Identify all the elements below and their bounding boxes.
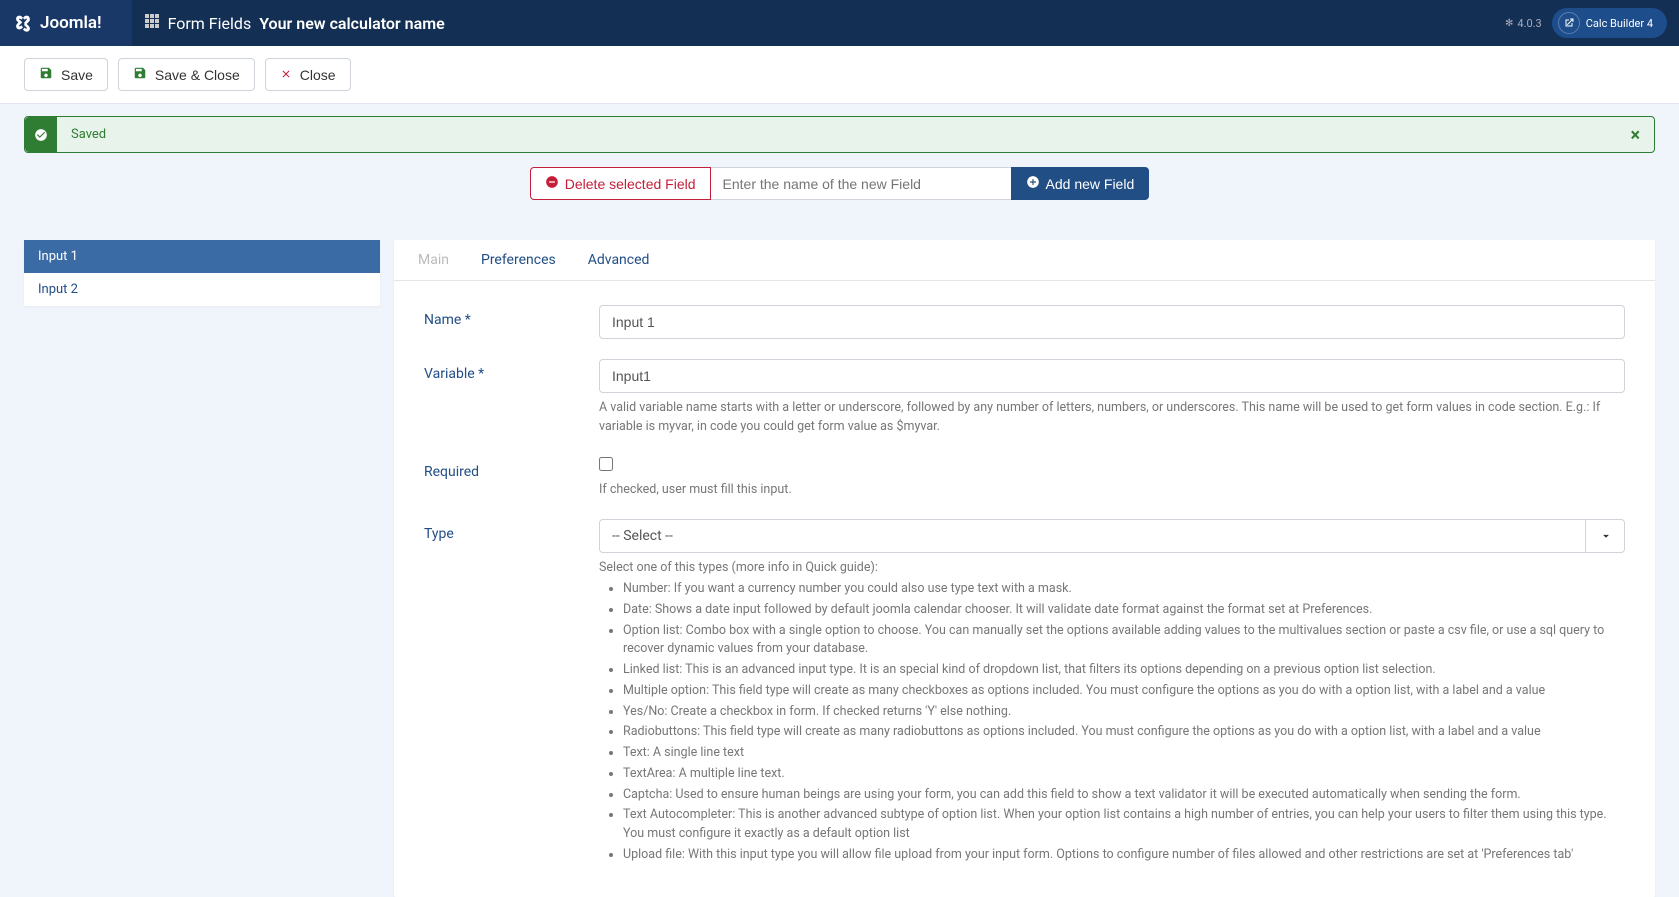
save-button[interactable]: Save xyxy=(24,58,108,91)
type-help-item: Captcha: Used to ensure human beings are… xyxy=(623,786,1625,805)
toolbar: Save Save & Close Close xyxy=(0,46,1679,104)
brand-section: Joomla! xyxy=(0,0,132,46)
joomla-icon xyxy=(12,12,34,34)
type-help-item: Radiobuttons: This field type will creat… xyxy=(623,723,1625,742)
main-layout: Input 1Input 2 MainPreferencesAdvanced N… xyxy=(0,240,1679,897)
name-label: Name * xyxy=(424,305,599,339)
required-checkbox[interactable] xyxy=(599,457,613,471)
alert-close-button[interactable]: × xyxy=(1626,125,1644,146)
component-badge[interactable]: Calc Builder 4 xyxy=(1552,8,1667,38)
delete-field-button[interactable]: Delete selected Field xyxy=(530,167,711,200)
topbar-right: ✻ 4.0.3 Calc Builder 4 xyxy=(1505,8,1667,38)
save-icon xyxy=(133,66,147,83)
tab-advanced[interactable]: Advanced xyxy=(572,240,666,280)
delete-label: Delete selected Field xyxy=(565,176,696,192)
close-button[interactable]: Close xyxy=(265,58,351,91)
variable-help: A valid variable name starts with a lett… xyxy=(599,399,1625,437)
variable-input[interactable] xyxy=(599,359,1625,393)
type-help-intro: Select one of this types (more info in Q… xyxy=(599,559,1625,578)
form-row-variable: Variable * A valid variable name starts … xyxy=(424,359,1625,437)
content: Saved × Delete selected Field Add new Fi… xyxy=(0,104,1679,240)
form-row-name: Name * xyxy=(424,305,1625,339)
external-link-icon xyxy=(1558,12,1580,34)
plus-circle-icon xyxy=(1026,175,1040,192)
version-text: 4.0.3 xyxy=(1517,17,1541,30)
heading-prefix: Form Fields xyxy=(168,14,252,33)
topbar: Joomla! Form Fields Your new calculator … xyxy=(0,0,1679,46)
type-select-display: -- Select -- xyxy=(599,519,1625,553)
close-icon xyxy=(280,67,292,83)
joomla-small-icon: ✻ xyxy=(1505,18,1513,29)
brand-logo[interactable]: Joomla! xyxy=(12,12,102,34)
name-input[interactable] xyxy=(599,305,1625,339)
alert-text: Saved xyxy=(57,117,1654,152)
panel: MainPreferencesAdvanced Name * Variable … xyxy=(394,240,1655,897)
save-close-label: Save & Close xyxy=(155,67,240,83)
type-help-item: Text Autocompleter: This is another adva… xyxy=(623,806,1625,844)
add-field-button[interactable]: Add new Field xyxy=(1011,167,1150,200)
save-label: Save xyxy=(61,67,93,83)
type-help-item: Multiple option: This field type will cr… xyxy=(623,682,1625,701)
type-help-item: TextArea: A multiple line text. xyxy=(623,765,1625,784)
page-heading: Form Fields Your new calculator name xyxy=(144,13,445,33)
alert-success: Saved × xyxy=(24,116,1655,153)
sidebar: Input 1Input 2 xyxy=(24,240,380,306)
type-select-wrap[interactable]: -- Select -- xyxy=(599,519,1625,553)
tabs: MainPreferencesAdvanced xyxy=(394,240,1655,281)
sidebar-item-0[interactable]: Input 1 xyxy=(24,240,380,273)
tab-main[interactable]: Main xyxy=(402,240,465,280)
check-circle-icon xyxy=(25,117,57,152)
new-field-name-input[interactable] xyxy=(711,167,1011,200)
form-body: Name * Variable * A valid variable name … xyxy=(394,281,1655,897)
add-label: Add new Field xyxy=(1046,176,1135,192)
form-row-type: Type -- Select -- Select one of this typ… xyxy=(424,519,1625,866)
save-close-button[interactable]: Save & Close xyxy=(118,58,255,91)
required-help: If checked, user must fill this input. xyxy=(599,481,1625,500)
minus-circle-icon xyxy=(545,175,559,192)
type-help-item: Number: If you want a currency number yo… xyxy=(623,580,1625,599)
form-row-required: Required If checked, user must fill this… xyxy=(424,457,1625,500)
type-label: Type xyxy=(424,519,599,866)
type-help-list: Number: If you want a currency number yo… xyxy=(599,580,1625,865)
sidebar-item-1[interactable]: Input 2 xyxy=(24,273,380,306)
variable-label: Variable * xyxy=(424,359,599,437)
type-help-item: Upload file: With this input type you wi… xyxy=(623,846,1625,865)
heading-name: Your new calculator name xyxy=(259,14,445,33)
type-help-item: Text: A single line text xyxy=(623,744,1625,763)
badge-text: Calc Builder 4 xyxy=(1586,17,1653,30)
required-label: Required xyxy=(424,457,599,500)
field-actions: Delete selected Field Add new Field xyxy=(24,167,1655,200)
type-help-item: Linked list: This is an advanced input t… xyxy=(623,661,1625,680)
type-help-item: Option list: Combo box with a single opt… xyxy=(623,622,1625,660)
close-label: Close xyxy=(300,67,336,83)
save-icon xyxy=(39,66,53,83)
type-help: Select one of this types (more info in Q… xyxy=(599,559,1625,864)
tab-preferences[interactable]: Preferences xyxy=(465,240,572,280)
brand-text: Joomla! xyxy=(40,13,102,33)
type-help-item: Date: Shows a date input followed by def… xyxy=(623,601,1625,620)
type-help-item: Yes/No: Create a checkbox in form. If ch… xyxy=(623,703,1625,722)
version-tag: ✻ 4.0.3 xyxy=(1505,17,1542,30)
module-icon xyxy=(144,13,160,33)
